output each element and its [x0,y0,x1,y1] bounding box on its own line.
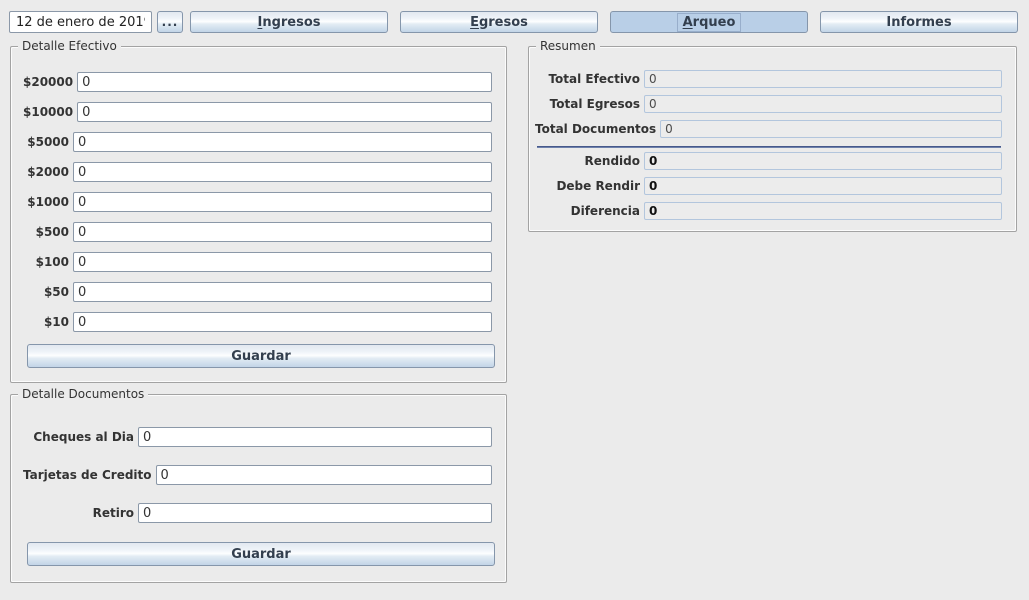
denomination-row: $500 [23,222,492,242]
nav-buttons: Ingresos Egresos Arqueo Informes [190,11,1018,33]
denomination-row: $100 [23,252,492,272]
summary-total-row: Total Egresos [535,95,1002,113]
denomination-row: $2000 [23,162,492,182]
document-row: Tarjetas de Credito [23,465,492,485]
document-label: Retiro [23,506,134,520]
detalle-documentos-title: Detalle Documentos [18,387,148,402]
detalle-efectivo-title: Detalle Efectivo [18,39,121,54]
denomination-input[interactable] [73,132,492,152]
nav-button[interactable]: Ingresos [190,11,388,33]
nav-button[interactable]: Arqueo [610,11,808,33]
denomination-input[interactable] [77,72,492,92]
summary-result-row: Rendido [535,152,1002,170]
detalle-efectivo-panel: Detalle Efectivo $20000 $10000 $5000 $20… [10,46,507,383]
summary-total-value [660,120,1002,138]
denomination-row: $10 [23,312,492,332]
resumen-title: Resumen [536,39,600,54]
denomination-input[interactable] [73,252,492,272]
summary-total-value [644,95,1002,113]
summary-total-row: Total Efectivo [535,70,1002,88]
denomination-row: $20000 [23,72,492,92]
guardar-documentos-button[interactable]: Guardar [27,542,495,566]
denomination-label: $5000 [23,135,69,149]
denomination-label: $50 [23,285,69,299]
denomination-input[interactable] [73,162,492,182]
denomination-input[interactable] [73,312,492,332]
summary-result-label: Debe Rendir [535,179,640,193]
toolbar: ... Ingresos Egresos Arqueo Informes [9,11,1018,33]
date-input[interactable] [9,11,152,33]
denomination-row: $5000 [23,132,492,152]
nav-button-label: Informes [881,14,956,31]
guardar-efectivo-button[interactable]: Guardar [27,344,495,368]
document-row: Retiro [23,503,492,523]
denomination-label: $2000 [23,165,69,179]
document-label: Tarjetas de Credito [23,468,152,482]
summary-total-label: Total Documentos [535,122,656,136]
document-input[interactable] [156,465,492,485]
denomination-label: $20000 [23,75,73,89]
summary-result-value [644,152,1002,170]
nav-button-label: Arqueo [678,14,741,31]
summary-result-value [644,202,1002,220]
summary-total-label: Total Efectivo [535,72,640,86]
document-label: Cheques al Dia [23,430,134,444]
summary-result-row: Debe Rendir [535,177,1002,195]
summary-separator [537,146,1001,148]
nav-button-label: Egresos [465,14,533,31]
detalle-documentos-panel: Detalle Documentos Cheques al Dia Tarjet… [10,394,507,583]
denomination-label: $10000 [23,105,73,119]
denomination-label: $500 [23,225,69,239]
summary-result-label: Rendido [535,154,640,168]
summary-total-row: Total Documentos [535,120,1002,138]
document-row: Cheques al Dia [23,427,492,447]
document-input[interactable] [138,427,492,447]
denomination-label: $100 [23,255,69,269]
nav-button[interactable]: Informes [820,11,1018,33]
nav-button[interactable]: Egresos [400,11,598,33]
summary-result-value [644,177,1002,195]
summary-total-value [644,70,1002,88]
resumen-panel: Resumen Total Efectivo Total Egresos Tot… [528,46,1017,232]
denomination-row: $10000 [23,102,492,122]
denomination-row: $50 [23,282,492,302]
summary-result-row: Diferencia [535,202,1002,220]
summary-total-label: Total Egresos [535,97,640,111]
denomination-input[interactable] [73,222,492,242]
denomination-label: $1000 [23,195,69,209]
summary-result-label: Diferencia [535,204,640,218]
nav-button-label: Ingresos [252,14,325,31]
date-picker-button[interactable]: ... [157,11,183,33]
denomination-input[interactable] [77,102,492,122]
denomination-label: $10 [23,315,69,329]
document-input[interactable] [138,503,492,523]
denomination-input[interactable] [73,192,492,212]
denomination-input[interactable] [73,282,492,302]
denomination-row: $1000 [23,192,492,212]
